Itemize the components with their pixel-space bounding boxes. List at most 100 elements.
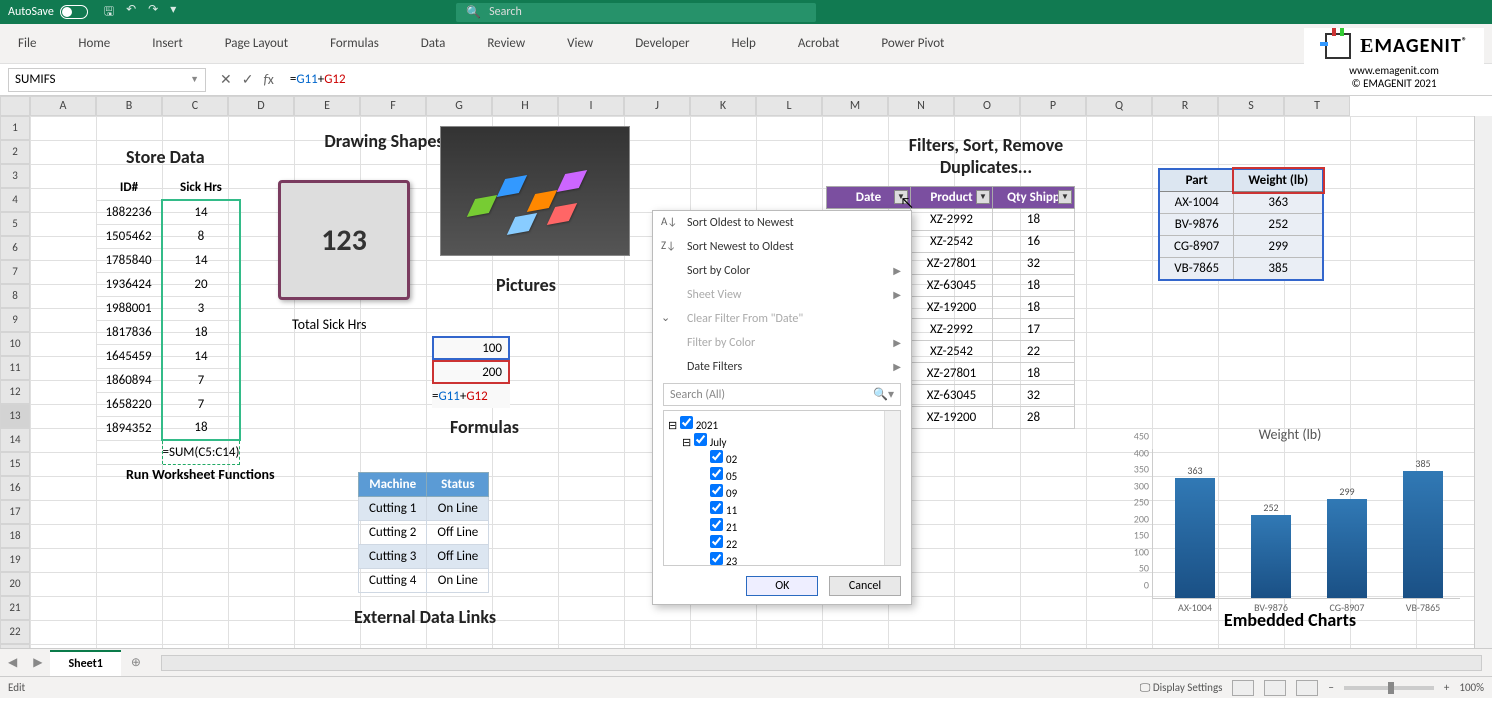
embedded-picture[interactable] (440, 126, 630, 256)
save-icon[interactable]: 🖫 (104, 2, 114, 23)
tab-developer[interactable]: Developer (627, 30, 697, 57)
filter-tree[interactable]: ⊟ 2021 ⊟ July 02050911212223 (663, 410, 901, 566)
col-header-Q[interactable]: Q (1086, 96, 1152, 116)
sheet-nav-prev[interactable]: ◀ (0, 655, 25, 670)
page-layout-view-icon[interactable] (1264, 680, 1286, 696)
autosave-toggle[interactable]: AutoSave (8, 5, 88, 19)
horizontal-scrollbar[interactable] (161, 655, 1482, 671)
tab-file[interactable]: File (10, 30, 44, 57)
normal-view-icon[interactable] (1232, 680, 1254, 696)
day-checkbox[interactable] (710, 467, 723, 480)
col-qty[interactable]: Qty Shipp▼ (993, 187, 1075, 209)
tab-review[interactable]: Review (479, 30, 533, 57)
col-header-C[interactable]: C (162, 96, 228, 116)
cancel-button[interactable]: Cancel (829, 576, 901, 596)
qat-dropdown-icon[interactable]: ▾ (170, 2, 176, 23)
formula-cell-g12[interactable]: 200 (432, 360, 510, 384)
col-header-H[interactable]: H (492, 96, 558, 116)
tree-scrollbar[interactable] (884, 411, 900, 565)
col-header-N[interactable]: N (888, 96, 954, 116)
col-header-G[interactable]: G (426, 96, 492, 116)
undo-icon[interactable]: ↶ (126, 2, 136, 23)
sheet-cells[interactable]: Store Data ID#Sick Hrs 18822361415054628… (30, 116, 1474, 648)
row-header-14[interactable]: 14 (0, 428, 30, 452)
day-checkbox[interactable] (710, 484, 723, 497)
display-settings[interactable]: 🖵 Display Settings (1140, 681, 1223, 695)
zoom-out-icon[interactable]: − (1328, 681, 1333, 694)
col-date[interactable]: Date▼ (827, 187, 911, 209)
drawing-shape[interactable]: 123 (278, 180, 410, 300)
row-header-16[interactable]: 16 (0, 476, 30, 500)
row-header-8[interactable]: 8 (0, 284, 30, 308)
embedded-chart[interactable]: Weight (lb) 0501001502002503003504004503… (1120, 426, 1460, 626)
row-header-9[interactable]: 9 (0, 308, 30, 332)
col-header-I[interactable]: I (558, 96, 624, 116)
col-product[interactable]: Product▼ (911, 187, 993, 209)
tab-power-pivot[interactable]: Power Pivot (873, 30, 952, 57)
col-header-F[interactable]: F (360, 96, 426, 116)
row-header-13[interactable]: 13 (0, 404, 30, 428)
col-header-D[interactable]: D (228, 96, 294, 116)
ok-button[interactable]: OK (746, 576, 818, 596)
filter-dropdown-icon[interactable]: ▼ (1058, 190, 1072, 204)
menu-sort-color[interactable]: Sort by Color▶ (653, 259, 911, 283)
cancel-icon[interactable]: ✕ (220, 71, 232, 88)
row-header-1[interactable]: 1 (0, 116, 30, 140)
filter-dropdown-icon[interactable]: ▼ (894, 190, 908, 204)
zoom-level[interactable]: 100% (1459, 681, 1484, 694)
enter-icon[interactable]: ✓ (242, 71, 254, 88)
row-header-5[interactable]: 5 (0, 212, 30, 236)
row-header-7[interactable]: 7 (0, 260, 30, 284)
day-checkbox[interactable] (710, 518, 723, 531)
tab-view[interactable]: View (559, 30, 601, 57)
year-checkbox[interactable] (680, 416, 693, 429)
row-header-17[interactable]: 17 (0, 500, 30, 524)
col-header-A[interactable]: A (30, 96, 96, 116)
row-header-22[interactable]: 22 (0, 620, 30, 644)
menu-date-filters[interactable]: Date Filters▶ (653, 355, 911, 379)
col-header-T[interactable]: T (1284, 96, 1350, 116)
col-header-B[interactable]: B (96, 96, 162, 116)
tab-page-layout[interactable]: Page Layout (217, 30, 296, 57)
vertical-scrollbar[interactable] (1474, 116, 1492, 648)
menu-sort-desc[interactable]: Z↓Sort Newest to Oldest (653, 235, 911, 259)
sheet-tab-sheet1[interactable]: Sheet1 (50, 650, 120, 676)
formula-cell-g13[interactable]: =G11+G12 (432, 384, 510, 408)
day-checkbox[interactable] (710, 501, 723, 514)
row-header-10[interactable]: 10 (0, 332, 30, 356)
filter-search[interactable]: Search (All)🔍▾ (663, 383, 901, 406)
row-header-11[interactable]: 11 (0, 356, 30, 380)
tab-home[interactable]: Home (70, 30, 118, 57)
col-header-K[interactable]: K (690, 96, 756, 116)
tab-formulas[interactable]: Formulas (322, 30, 387, 57)
zoom-in-icon[interactable]: + (1444, 681, 1449, 694)
row-header-2[interactable]: 2 (0, 140, 30, 164)
tell-me-search[interactable]: 🔍 Search (456, 3, 816, 22)
menu-sort-asc[interactable]: A↓Sort Oldest to Newest (653, 211, 911, 235)
row-header-6[interactable]: 6 (0, 236, 30, 260)
day-checkbox[interactable] (710, 450, 723, 463)
row-header-15[interactable]: 15 (0, 452, 30, 476)
formula-cell-g11[interactable]: 100 (432, 336, 510, 360)
tab-acrobat[interactable]: Acrobat (790, 30, 848, 57)
col-header-S[interactable]: S (1218, 96, 1284, 116)
row-header-21[interactable]: 21 (0, 596, 30, 620)
day-checkbox[interactable] (710, 552, 723, 565)
zoom-slider[interactable] (1344, 686, 1434, 690)
name-box[interactable]: SUMIFS ▼ (8, 68, 206, 92)
col-header-M[interactable]: M (822, 96, 888, 116)
col-header-P[interactable]: P (1020, 96, 1086, 116)
tab-data[interactable]: Data (413, 30, 454, 57)
redo-icon[interactable]: ↷ (148, 2, 158, 23)
tab-help[interactable]: Help (723, 30, 763, 57)
row-header-4[interactable]: 4 (0, 188, 30, 212)
row-header-3[interactable]: 3 (0, 164, 30, 188)
fx-icon[interactable]: fx (263, 71, 273, 88)
row-header-20[interactable]: 20 (0, 572, 30, 596)
filter-dropdown-icon[interactable]: ▼ (976, 190, 990, 204)
col-header-E[interactable]: E (294, 96, 360, 116)
row-header-19[interactable]: 19 (0, 548, 30, 572)
row-header-12[interactable]: 12 (0, 380, 30, 404)
col-header-J[interactable]: J (624, 96, 690, 116)
row-header-18[interactable]: 18 (0, 524, 30, 548)
